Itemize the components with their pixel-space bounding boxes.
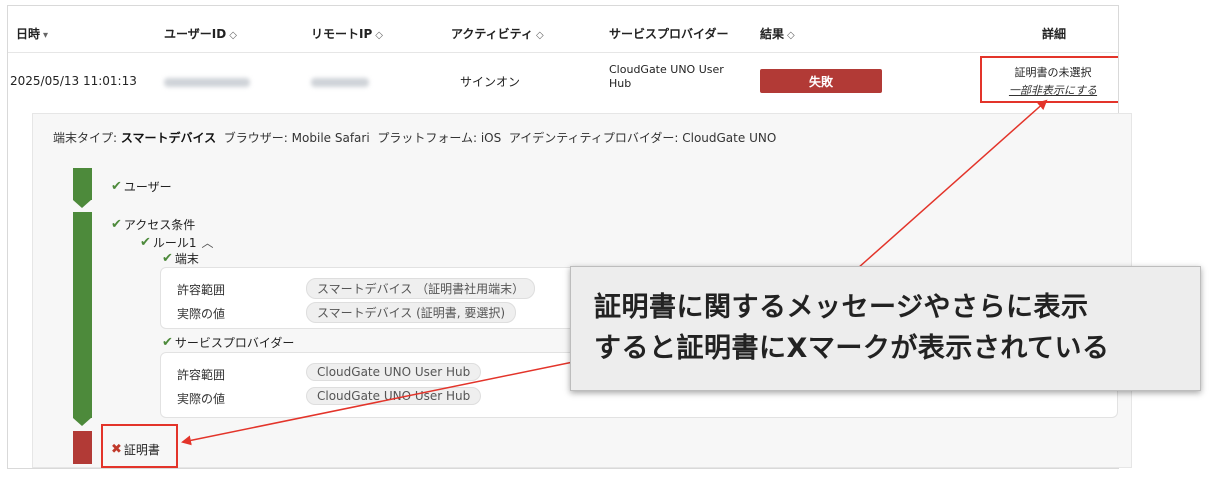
- actual-label: 実際の値: [177, 392, 226, 406]
- remote-ip-cell-blurred: [311, 76, 369, 90]
- user-id-cell-blurred: [164, 76, 250, 90]
- chevron-up-icon[interactable]: ︿: [202, 234, 214, 251]
- callout-line-2: すると証明書にXマークが表示されている: [594, 333, 1110, 364]
- actual-value: スマートデバイス (証明書, 要選択): [306, 302, 517, 323]
- step-service-provider: ✔ サービスプロバイダー: [162, 335, 295, 350]
- table-row[interactable]: 2025/05/13 11:01:13 サインオン CloudGate UNO …: [8, 52, 1118, 108]
- table-header: 日時 ▾ ユーザーID ◇ リモートIP ◇ アクティビティ ◇ サービスプロバイダー …: [8, 6, 1118, 52]
- idp-value: CloudGate UNO: [682, 131, 777, 145]
- hide-partial-link[interactable]: 一部非表示にする: [982, 82, 1118, 98]
- allowed-label: 許容範囲: [177, 283, 226, 297]
- sort-icon: ◇: [535, 30, 544, 41]
- check-icon: ✔: [111, 179, 122, 194]
- sort-icon: ◇: [229, 30, 237, 41]
- check-icon: ✔: [140, 235, 151, 250]
- datetime-cell: 2025/05/13 11:01:13: [10, 74, 137, 88]
- check-icon: ✔: [162, 251, 173, 266]
- step-access-condition: ✔ アクセス条件: [111, 217, 196, 232]
- certificate-highlight: [101, 424, 178, 468]
- sort-icon: ▾: [43, 30, 49, 41]
- allowed-value: スマートデバイス （証明書社用端末）: [306, 278, 536, 299]
- device-type-value: スマートデバイス: [120, 131, 217, 145]
- column-detail: 詳細: [1042, 27, 1067, 41]
- check-icon: ✔: [162, 335, 173, 350]
- flow-bar-user: [73, 168, 92, 200]
- column-result[interactable]: 結果 ◇: [760, 25, 795, 42]
- flow-bar-cert: [73, 431, 92, 464]
- detail-message: 証明書の未選択: [1014, 66, 1092, 79]
- step-rule[interactable]: ✔ ルール1 ︿: [140, 234, 214, 251]
- column-activity[interactable]: アクティビティ ◇: [451, 25, 544, 42]
- allowed-value: CloudGate UNO User Hub: [306, 363, 482, 381]
- annotation-callout: 証明書に関するメッセージやさらに表示 すると証明書にXマークが表示されている: [570, 266, 1201, 391]
- result-fail-badge: 失敗: [760, 69, 882, 93]
- flow-bar-access: [73, 212, 92, 418]
- step-device: ✔ 端末: [162, 251, 199, 266]
- allowed-label: 許容範囲: [177, 368, 226, 382]
- column-service-provider: サービスプロバイダー: [609, 27, 729, 41]
- activity-cell: サインオン: [460, 75, 521, 89]
- column-user-id[interactable]: ユーザーID ◇: [164, 25, 237, 42]
- column-remote-ip[interactable]: リモートIP ◇: [311, 25, 383, 42]
- session-info: 端末タイプ: スマートデバイス ブラウザー: Mobile Safari プラッ…: [53, 131, 777, 145]
- step-user: ✔ ユーザー: [111, 179, 172, 194]
- actual-label: 実際の値: [177, 307, 226, 321]
- service-provider-cell: CloudGate UNO User Hub: [609, 63, 724, 90]
- column-datetime[interactable]: 日時 ▾: [16, 25, 48, 42]
- callout-line-1: 証明書に関するメッセージやさらに表示: [594, 292, 1089, 323]
- flow-chevron: [73, 200, 91, 208]
- sort-icon: ◇: [787, 30, 795, 41]
- detail-cell-highlight: 証明書の未選択 一部非表示にする: [980, 56, 1118, 103]
- check-icon: ✔: [111, 217, 122, 232]
- actual-value: CloudGate UNO User Hub: [306, 387, 482, 405]
- browser-value: Mobile Safari: [291, 131, 370, 145]
- flow-chevron: [73, 418, 91, 426]
- platform-value: iOS: [480, 131, 502, 145]
- sort-icon: ◇: [375, 30, 383, 41]
